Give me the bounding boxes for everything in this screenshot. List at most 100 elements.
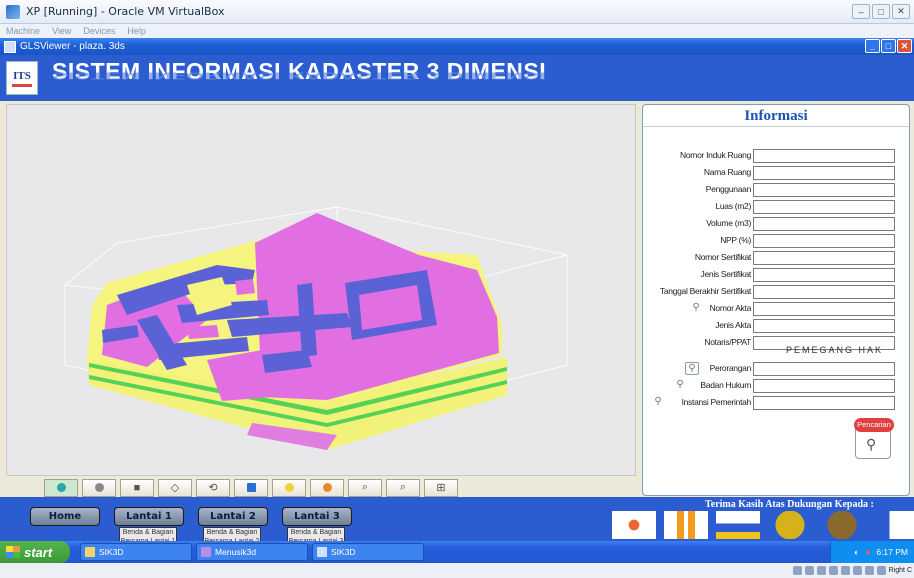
security-icon[interactable]: ●: [865, 547, 870, 557]
search-person-icon: ⚲: [866, 436, 877, 452]
jenis-sertifikat-input[interactable]: [753, 268, 895, 282]
perorangan-input[interactable]: [753, 362, 895, 376]
perorangan-icon[interactable]: ⚲: [685, 362, 699, 375]
lantai-3-button[interactable]: Lantai 3: [282, 507, 352, 526]
app-icon: [201, 547, 211, 557]
field-jenis-sertifikat: Jenis Sertifikat: [643, 268, 911, 283]
taskbar: start SIK3D Menusik3d SIK3D ◐ ● 6:17 PM: [0, 541, 914, 563]
search-button-label: Pencarian: [854, 418, 894, 432]
volume-input[interactable]: [753, 217, 895, 231]
minimize-icon[interactable]: –: [852, 4, 870, 19]
info-heading: Informasi: [643, 105, 909, 127]
host-menu-bar: Machine View Devices Help: [0, 24, 914, 38]
field-penggunaan: Penggunaan: [643, 183, 911, 198]
pemegang-hak-heading: PEMEGANG HAK: [785, 345, 883, 355]
sponsor-logo-1: [612, 511, 656, 539]
viewer-toolbar: ■ ◇ ⟲ ⌕ ⌕ ⊞: [44, 478, 500, 497]
sponsor-logo-6: [872, 511, 914, 539]
split-view-icon[interactable]: [234, 478, 268, 497]
building-model[interactable]: [7, 105, 636, 476]
start-button[interactable]: start: [0, 541, 70, 563]
usb-icon: [816, 566, 826, 575]
lantai-1-button[interactable]: Lantai 1: [114, 507, 184, 526]
capture-icon: [864, 566, 874, 575]
sponsors-heading: Terima Kasih Atas Dukungan Kepada :: [705, 499, 874, 510]
fit-icon[interactable]: ⊞: [424, 478, 458, 497]
field-npp: NPP (%): [643, 234, 911, 249]
sponsor-logo-2: [664, 511, 708, 539]
guest-window-title: GLSViewer - plaza. 3ds: [20, 41, 125, 52]
virtualbox-icon: [6, 4, 20, 19]
zoom-out-icon[interactable]: ⌕: [386, 478, 420, 497]
app-title-reflection: SISTEM INFORMASI KADASTER 3 DIMENSI: [52, 70, 547, 82]
host-key-icon: [876, 566, 886, 575]
host-title-bar: XP [Running] - Oracle VM VirtualBox – □ …: [0, 0, 914, 24]
nama-ruang-input[interactable]: [753, 166, 895, 180]
close-icon[interactable]: ✕: [892, 4, 910, 19]
windows-flag-icon: [6, 546, 20, 558]
rotate-cube-icon[interactable]: ⟲: [196, 478, 230, 497]
instansi-input[interactable]: [753, 396, 895, 410]
menu-help[interactable]: Help: [127, 26, 146, 36]
jenis-akta-input[interactable]: [753, 319, 895, 333]
its-logo-text: ITS: [13, 69, 31, 82]
guest-title-bar: GLSViewer - plaza. 3ds _ □ ✕: [0, 38, 914, 55]
clock: 6:17 PM: [876, 547, 908, 557]
wire-cube-icon[interactable]: ◇: [158, 478, 192, 497]
sponsor-logo-5: [820, 511, 864, 539]
nomor-sertifikat-input[interactable]: [753, 251, 895, 265]
home-button[interactable]: Home: [30, 507, 100, 526]
guest-maximize-icon[interactable]: □: [881, 39, 896, 53]
host-status-bar: Right C: [0, 563, 914, 578]
light-icon[interactable]: [272, 478, 306, 497]
luas-input[interactable]: [753, 200, 895, 214]
shared-folder-icon: [840, 566, 850, 575]
menu-devices[interactable]: Devices: [83, 26, 115, 36]
zoom-in-icon[interactable]: ⌕: [348, 478, 382, 497]
instansi-icon[interactable]: ⚲: [651, 396, 665, 409]
search-button[interactable]: Pencarian ⚲: [854, 418, 894, 459]
menu-view[interactable]: View: [52, 26, 71, 36]
sphere-icon[interactable]: [44, 478, 78, 497]
cd-icon: [804, 566, 814, 575]
network-status-icon: [828, 566, 838, 575]
penggunaan-input[interactable]: [753, 183, 895, 197]
taskbar-item-sik3d-folder[interactable]: SIK3D: [80, 543, 192, 561]
folder-icon: [85, 547, 95, 557]
guest-close-icon[interactable]: ✕: [897, 39, 912, 53]
sphere-shaded-icon[interactable]: [82, 478, 116, 497]
taskbar-item-menusik3d[interactable]: Menusik3d: [196, 543, 308, 561]
host-key-label: Right C: [888, 567, 912, 574]
cube-icon[interactable]: ■: [120, 478, 154, 497]
field-badan-hukum: ⚲ Badan Hukum: [643, 379, 911, 394]
badan-hukum-input[interactable]: [753, 379, 895, 393]
sponsor-logos: [612, 511, 914, 539]
menu-machine[interactable]: Machine: [6, 26, 40, 36]
guest-minimize-icon[interactable]: _: [865, 39, 880, 53]
field-luas: Luas (m2): [643, 200, 911, 215]
field-tanggal-berakhir-sertifikat: Tanggal Berakhir Sertifikat: [643, 285, 911, 300]
display-icon: [852, 566, 862, 575]
badan-hukum-icon[interactable]: ⚲: [673, 379, 687, 392]
host-window-title: XP [Running] - Oracle VM VirtualBox: [26, 5, 225, 18]
npp-input[interactable]: [753, 234, 895, 248]
sponsor-logo-3: [716, 511, 760, 539]
nomor-induk-ruang-input[interactable]: [753, 149, 895, 163]
lantai-2-button[interactable]: Lantai 2: [198, 507, 268, 526]
3d-viewport[interactable]: [6, 104, 636, 476]
field-volume: Volume (m3): [643, 217, 911, 232]
color-palette-icon[interactable]: [310, 478, 344, 497]
field-instansi-pemerintah: ⚲ Instansi Pemerintah: [643, 396, 911, 411]
system-tray: ◐ ● 6:17 PM: [830, 541, 914, 563]
hdd-icon: [792, 566, 802, 575]
app-header: ITS SISTEM INFORMASI KADASTER 3 DIMENSI …: [0, 55, 914, 101]
taskbar-item-sik3d-viewer[interactable]: SIK3D: [312, 543, 424, 561]
info-panel: Informasi Nomor Induk Ruang Nama Ruang P…: [642, 104, 910, 496]
sponsor-logo-4: [768, 511, 812, 539]
maximize-icon[interactable]: □: [872, 4, 890, 19]
network-icon[interactable]: ◐: [854, 547, 859, 557]
its-logo: ITS: [6, 61, 38, 95]
person-icon[interactable]: ⚲: [689, 302, 703, 315]
tanggal-berakhir-input[interactable]: [753, 285, 895, 299]
nomor-akta-input[interactable]: [753, 302, 895, 316]
